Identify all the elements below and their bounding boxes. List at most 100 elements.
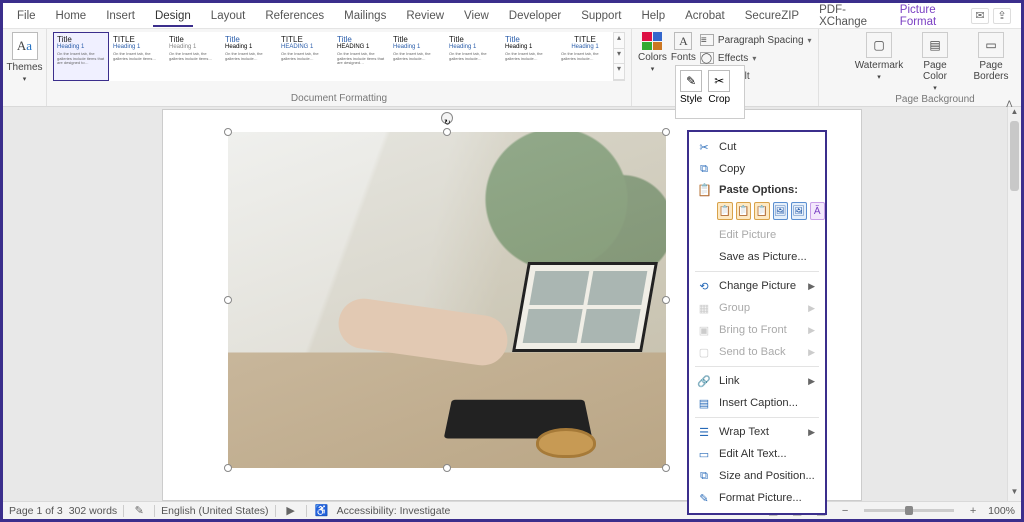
tab-strip: File Home Insert Design Layout Reference…	[3, 3, 1021, 29]
share-icon[interactable]: ⇪	[993, 8, 1011, 24]
bring-front-icon: ▣	[697, 323, 711, 337]
picture-style-icon: ✎	[680, 70, 702, 92]
tab-layout[interactable]: Layout	[201, 6, 256, 26]
paste-option-4[interactable]: 🖼	[773, 202, 789, 220]
page-borders-icon: ▭	[978, 32, 1004, 58]
tab-review[interactable]: Review	[396, 6, 454, 26]
tab-support[interactable]: Support	[571, 6, 631, 26]
status-page[interactable]: Page 1 of 3	[9, 505, 63, 517]
scroll-down-arrow[interactable]: ▼	[1008, 487, 1021, 501]
paste-options-row: 📋 📋 📋 🖼 🖼 Ă	[689, 200, 825, 224]
style-set-card[interactable]: TITLEHEADING 1On the Insert tab, the gal…	[277, 32, 333, 81]
page-color-button[interactable]: ▤Page Color▾	[911, 32, 959, 92]
rotation-handle[interactable]	[441, 112, 453, 124]
ctx-change-picture[interactable]: ⟲Change Picture▶	[689, 275, 825, 297]
tab-securezip[interactable]: SecureZIP	[735, 6, 809, 26]
style-set-card[interactable]: TitleHeading 1On the Insert tab, the gal…	[389, 32, 445, 81]
paste-option-5[interactable]: 🖼	[791, 202, 807, 220]
vertical-scroll-thumb[interactable]	[1010, 121, 1019, 191]
page-borders-button[interactable]: ▭Page Borders	[967, 32, 1015, 82]
tab-home[interactable]: Home	[46, 6, 97, 26]
style-set-card[interactable]: TITLEHeading 1On the Insert tab, the gal…	[557, 32, 613, 81]
picture-style-button[interactable]: ✎Style	[680, 70, 702, 118]
tab-references[interactable]: References	[255, 6, 334, 26]
ctx-paste-options-label: 📋Paste Options:	[689, 180, 825, 200]
zoom-slider[interactable]	[864, 509, 954, 512]
paste-option-3[interactable]: 📋	[754, 202, 770, 220]
zoom-in[interactable]: +	[964, 505, 982, 517]
paste-option-6[interactable]: Ă	[810, 202, 826, 220]
themes-button[interactable]: Aa Themes ▾	[6, 32, 42, 83]
ctx-size-position[interactable]: ⧉Size and Position...	[689, 465, 825, 487]
tab-acrobat[interactable]: Acrobat	[675, 6, 735, 26]
style-set-card[interactable]: TitleHeading 1On the Insert tab, the gal…	[221, 32, 277, 81]
ctx-cut[interactable]: ✂Cut	[689, 136, 825, 158]
crop-button[interactable]: ✂Crop	[708, 70, 730, 118]
comments-icon[interactable]: ✉	[971, 8, 989, 24]
page-color-icon: ▤	[922, 32, 948, 58]
caption-icon: ▤	[697, 396, 711, 410]
style-set-gallery[interactable]: TitleHeading 1On the Insert tab, the gal…	[53, 32, 625, 81]
style-set-card[interactable]: TITLEHeading 1On the Insert tab, the gal…	[109, 32, 165, 81]
status-bar: Page 1 of 3 302 words ✎ English (United …	[3, 501, 1021, 519]
tab-help[interactable]: Help	[631, 6, 675, 26]
paste-option-2[interactable]: 📋	[736, 202, 752, 220]
tab-file[interactable]: File	[7, 6, 46, 26]
tab-insert[interactable]: Insert	[96, 6, 145, 26]
ctx-copy[interactable]: ⧉Copy	[689, 158, 825, 180]
themes-label: Themes	[6, 62, 42, 73]
tab-mailings[interactable]: Mailings	[334, 6, 396, 26]
style-set-card[interactable]: TitleHeading 1On the Insert tab, the gal…	[445, 32, 501, 81]
resize-handle-e[interactable]	[662, 296, 670, 304]
vertical-scrollbar[interactable]: ▲ ▼	[1007, 107, 1021, 501]
colors-button[interactable]: Colors▾	[638, 32, 667, 73]
ctx-link[interactable]: 🔗Link▶	[689, 370, 825, 392]
tab-design[interactable]: Design	[145, 6, 201, 26]
scroll-up-arrow[interactable]: ▲	[1008, 107, 1021, 121]
ctx-save-as-picture[interactable]: Save as Picture...	[689, 246, 825, 268]
paragraph-spacing-button[interactable]: ≡Paragraph Spacing▾	[700, 32, 812, 48]
group-icon: ▦	[697, 301, 711, 315]
size-position-icon: ⧉	[697, 469, 711, 483]
selected-picture[interactable]	[228, 132, 666, 468]
context-menu: ✂Cut ⧉Copy 📋Paste Options: 📋 📋 📋 🖼 🖼 Ă E…	[687, 130, 827, 515]
tab-developer[interactable]: Developer	[499, 6, 571, 26]
group-label-page-background: Page Background	[855, 92, 1015, 107]
resize-handle-ne[interactable]	[662, 128, 670, 136]
resize-handle-n[interactable]	[443, 128, 451, 136]
status-accessibility[interactable]: Accessibility: Investigate	[337, 505, 451, 517]
link-icon: 🔗	[697, 374, 711, 388]
resize-handle-sw[interactable]	[224, 464, 232, 472]
zoom-out[interactable]: −	[836, 505, 854, 517]
ctx-group: ▦Group▶	[689, 297, 825, 319]
ctx-insert-caption[interactable]: ▤Insert Caption...	[689, 392, 825, 414]
status-language[interactable]: English (United States)	[161, 505, 268, 517]
picture-tools-popup: ✎Style ✂Crop	[675, 65, 745, 119]
style-set-card[interactable]: TitleHeading 1On the Insert tab, the gal…	[501, 32, 557, 81]
paste-icon: 📋	[697, 183, 711, 197]
status-words[interactable]: 302 words	[69, 505, 117, 517]
ctx-format-picture[interactable]: ✎Format Picture...	[689, 487, 825, 509]
resize-handle-w[interactable]	[224, 296, 232, 304]
style-set-card[interactable]: TitleHeading 1On the Insert tab, the gal…	[53, 32, 109, 81]
tab-pdfxchange[interactable]: PDF-XChange	[809, 0, 890, 32]
resize-handle-s[interactable]	[443, 464, 451, 472]
watermark-button[interactable]: ▢Watermark▾	[855, 32, 903, 81]
watermark-icon: ▢	[866, 32, 892, 58]
resize-handle-se[interactable]	[662, 464, 670, 472]
tab-picture-format[interactable]: Picture Format	[890, 0, 971, 32]
ctx-edit-alt-text[interactable]: ▭Edit Alt Text...	[689, 443, 825, 465]
effects-button[interactable]: ◯Effects▾	[700, 50, 812, 66]
zoom-level[interactable]: 100%	[988, 505, 1015, 517]
gallery-scroll[interactable]: ▴▾▾	[613, 32, 625, 81]
style-set-card[interactable]: TitleHeading 1On the Insert tab, the gal…	[165, 32, 221, 81]
paste-option-1[interactable]: 📋	[717, 202, 733, 220]
accessibility-icon[interactable]: ♿	[313, 504, 331, 517]
ctx-wrap-text[interactable]: ☰Wrap Text▶	[689, 421, 825, 443]
macro-icon[interactable]: ▶	[282, 504, 300, 517]
tab-view[interactable]: View	[454, 6, 499, 26]
spellcheck-icon[interactable]: ✎	[130, 504, 148, 517]
style-set-card[interactable]: TitleHEADING 1On the Insert tab, the gal…	[333, 32, 389, 81]
resize-handle-nw[interactable]	[224, 128, 232, 136]
ctx-send-to-back: ▢Send to Back▶	[689, 341, 825, 363]
